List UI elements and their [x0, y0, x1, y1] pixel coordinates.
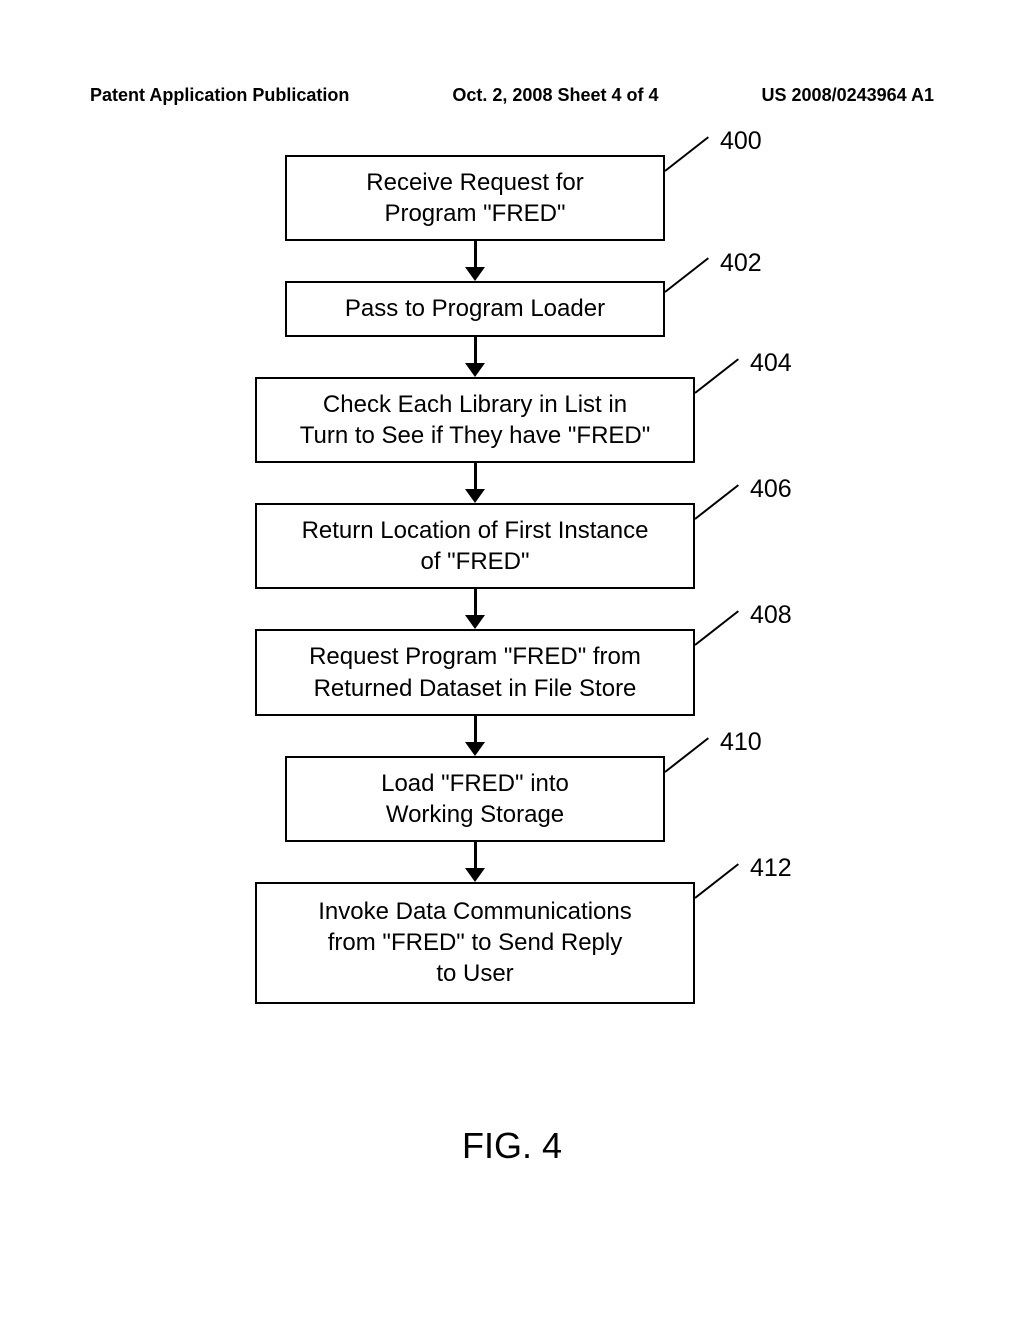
header-pub-number: US 2008/0243964 A1	[762, 85, 934, 106]
step-text: Invoke Data Communications	[318, 898, 631, 925]
flow-arrow-icon	[465, 463, 485, 503]
header-sheet-info: Oct. 2, 2008 Sheet 4 of 4	[452, 85, 658, 106]
figure-label: FIG. 4	[0, 1125, 1024, 1167]
step-410: Load "FRED" into Working Storage 410	[285, 756, 665, 882]
step-404: Check Each Library in List in Turn to Se…	[255, 377, 695, 503]
step-text: to User	[436, 960, 513, 987]
page-header: Patent Application Publication Oct. 2, 2…	[0, 85, 1024, 106]
step-label: 400	[720, 127, 762, 156]
step-box: Check Each Library in List in Turn to Se…	[255, 377, 695, 463]
flow-arrow-icon	[465, 716, 485, 756]
step-box: Load "FRED" into Working Storage	[285, 756, 665, 842]
step-text: Working Storage	[386, 801, 564, 828]
step-label: 404	[750, 349, 792, 378]
step-box: Receive Request for Program "FRED"	[285, 155, 665, 241]
step-text: Load "FRED" into	[381, 770, 569, 797]
callout-line	[694, 611, 739, 646]
step-text: from "FRED" to Send Reply	[328, 929, 622, 956]
step-box: Pass to Program Loader	[285, 281, 665, 336]
flow-arrow-icon	[465, 842, 485, 882]
header-publication: Patent Application Publication	[90, 85, 349, 106]
step-412: Invoke Data Communications from "FRED" t…	[255, 882, 695, 1004]
step-text: Program "FRED"	[384, 200, 565, 227]
step-408: Request Program "FRED" from Returned Dat…	[255, 629, 695, 755]
flowchart: Receive Request for Program "FRED" 400 P…	[195, 155, 755, 1004]
step-text: Pass to Program Loader	[345, 295, 605, 322]
step-box: Invoke Data Communications from "FRED" t…	[255, 882, 695, 1004]
step-text: Returned Dataset in File Store	[314, 675, 637, 702]
step-400: Receive Request for Program "FRED" 400	[285, 155, 665, 281]
step-label: 402	[720, 249, 762, 278]
step-402: Pass to Program Loader 402	[285, 281, 665, 376]
callout-line	[664, 258, 709, 293]
step-text: of "FRED"	[420, 548, 529, 575]
flow-arrow-icon	[465, 241, 485, 281]
step-label: 410	[720, 728, 762, 757]
step-406: Return Location of First Instance of "FR…	[255, 503, 695, 629]
step-text: Receive Request for	[366, 169, 583, 196]
callout-line	[694, 863, 739, 898]
step-label: 412	[750, 854, 792, 883]
callout-line	[664, 136, 709, 171]
step-label: 406	[750, 475, 792, 504]
step-text: Check Each Library in List in	[323, 391, 627, 418]
flow-arrow-icon	[465, 337, 485, 377]
callout-line	[694, 484, 739, 519]
step-box: Request Program "FRED" from Returned Dat…	[255, 629, 695, 715]
step-label: 408	[750, 601, 792, 630]
flow-arrow-icon	[465, 589, 485, 629]
step-text: Return Location of First Instance	[302, 517, 649, 544]
callout-line	[694, 358, 739, 393]
step-text: Turn to See if They have "FRED"	[300, 422, 651, 449]
step-text: Request Program "FRED" from	[309, 643, 641, 670]
step-box: Return Location of First Instance of "FR…	[255, 503, 695, 589]
